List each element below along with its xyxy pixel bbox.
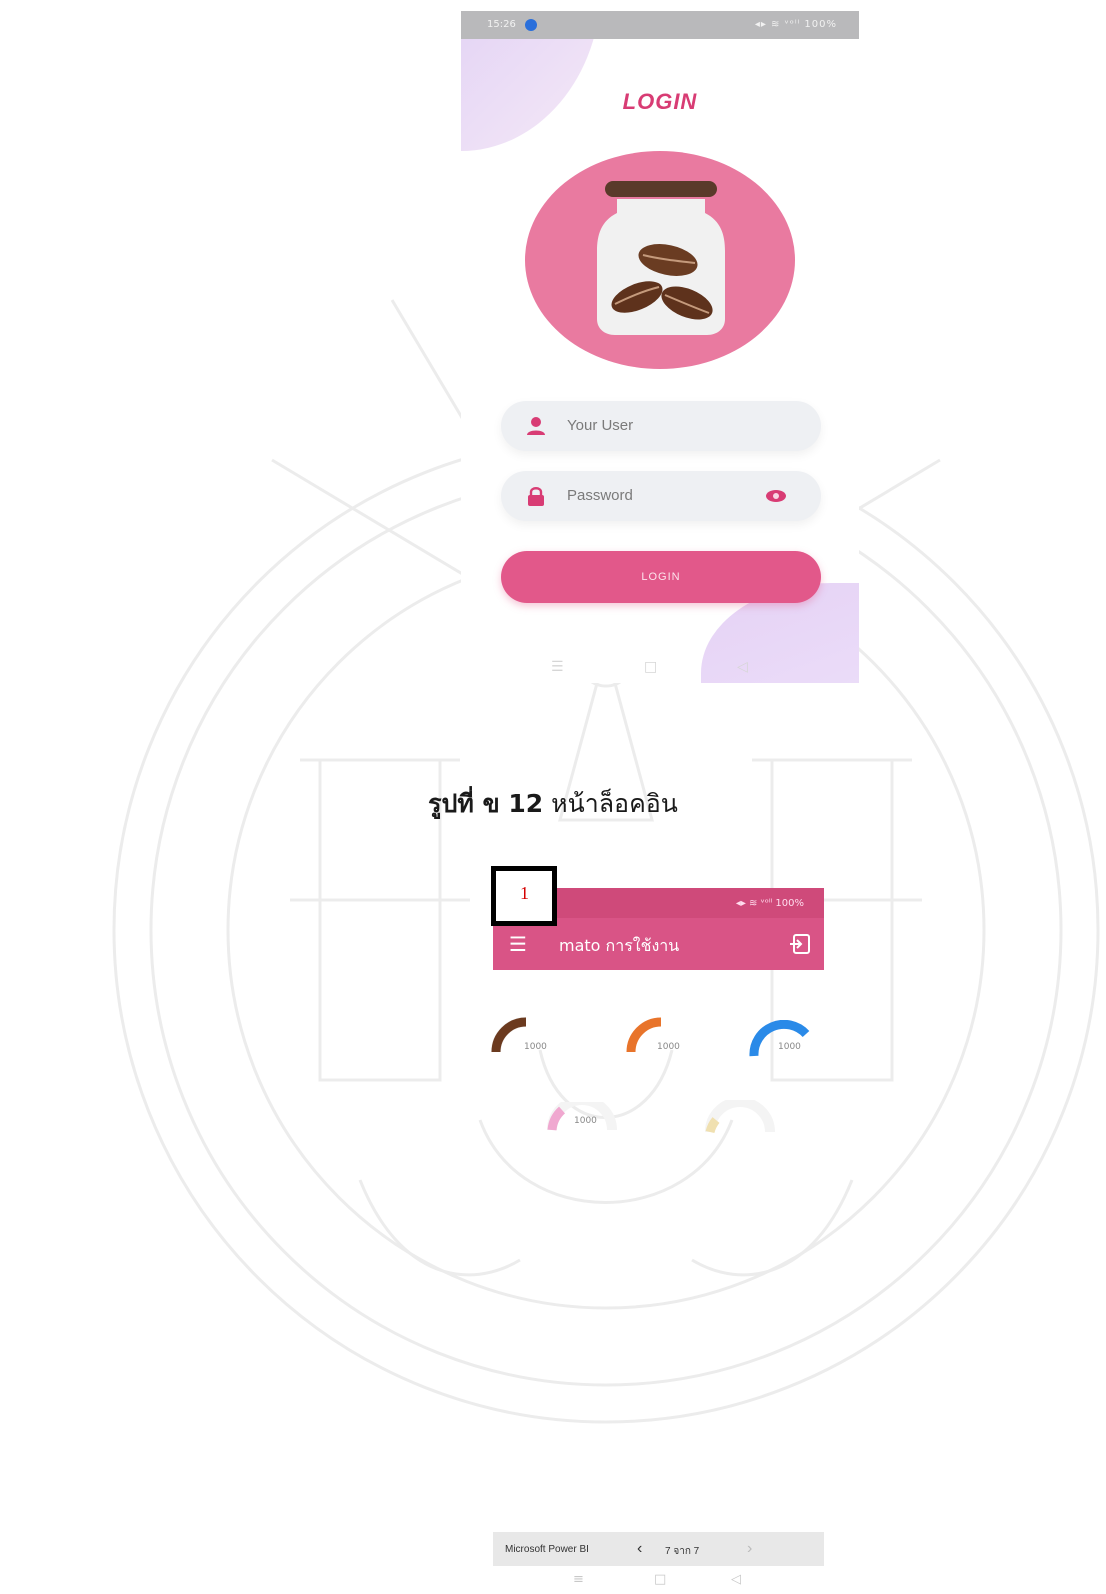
android-nav-bar: ☰ □ ◁ xyxy=(461,653,859,683)
previous-page-button[interactable]: ‹ xyxy=(637,1540,642,1558)
coffee-jar-logo xyxy=(525,151,795,369)
coffee-jar-icon xyxy=(597,181,725,335)
logout-icon[interactable] xyxy=(788,932,812,956)
gauge-2: 1000 xyxy=(625,1014,695,1058)
gauge-1: 1000 xyxy=(490,1014,560,1058)
login-screen-screenshot: 15:26 ◂▸ ≋ ᵛᵒˡˡ 100% LOGIN Your User Pas… xyxy=(461,11,859,683)
gauge-5-arc xyxy=(705,1097,775,1134)
nav-menu-icon[interactable]: ☰ xyxy=(551,659,564,675)
notification-badge-icon xyxy=(525,19,537,31)
annotation-marker-box: 1 xyxy=(491,866,557,926)
lock-icon xyxy=(528,487,544,506)
login-title: LOGIN xyxy=(622,89,698,114)
user-icon xyxy=(527,417,545,435)
page-indicator: 7 จาก 7 xyxy=(665,1546,700,1557)
figure-caption: รูปที่ ข 12 หน้าล็อคอิน xyxy=(0,784,1106,824)
gauge-2-value: 1000 xyxy=(657,1042,680,1052)
viewer-android-nav: ≡ □ ◁ xyxy=(493,1572,824,1592)
status-time: 15:26 xyxy=(487,19,516,30)
gauge-4-value: 1000 xyxy=(574,1116,597,1126)
viewer-nav-back-icon[interactable]: ◁ xyxy=(731,1572,741,1587)
gauge-3-value: 1000 xyxy=(778,1042,801,1052)
password-field[interactable]: Password xyxy=(501,471,821,521)
dashboard-title: mato การใช้งาน xyxy=(559,936,680,955)
annotation-marker-number: 1 xyxy=(520,883,529,903)
gauge-3-arc xyxy=(749,1019,810,1057)
figure-label: รูปที่ ข 12 xyxy=(428,789,544,818)
gauge-5 xyxy=(704,1097,784,1138)
viewer-bottom-bar: Microsoft Power BI ‹ 7 จาก 7 › xyxy=(493,1532,824,1566)
status-indicators: ◂▸ ≋ ᵛᵒˡˡ 100% xyxy=(754,19,837,30)
viewer-nav-home-icon[interactable]: □ xyxy=(654,1572,666,1587)
status-bar: 15:26 ◂▸ ≋ ᵛᵒˡˡ 100% xyxy=(461,11,859,39)
gauge-3: 1000 xyxy=(748,1019,818,1064)
nav-home-icon[interactable]: □ xyxy=(644,659,657,675)
username-placeholder: Your User xyxy=(567,417,634,434)
viewer-nav-menu-icon[interactable]: ≡ xyxy=(573,1572,584,1587)
login-button[interactable]: LOGIN xyxy=(501,551,821,603)
gauge-1-value: 1000 xyxy=(524,1042,547,1052)
hamburger-menu-icon[interactable]: ☰ xyxy=(509,932,527,956)
nav-back-icon[interactable]: ◁ xyxy=(737,659,748,675)
show-password-eye-icon[interactable] xyxy=(765,488,787,504)
viewer-app-name: Microsoft Power BI xyxy=(505,1544,589,1555)
username-field[interactable]: Your User xyxy=(501,401,821,451)
dashboard-status-indicators: ◂▸ ≋ ᵛᵒˡˡ 100% xyxy=(735,898,804,909)
next-page-button[interactable]: › xyxy=(747,1540,752,1558)
figure-title: หน้าล็อคอิน xyxy=(551,789,678,818)
password-placeholder: Password xyxy=(567,487,633,504)
gauge-4: 1000 xyxy=(546,1095,626,1136)
